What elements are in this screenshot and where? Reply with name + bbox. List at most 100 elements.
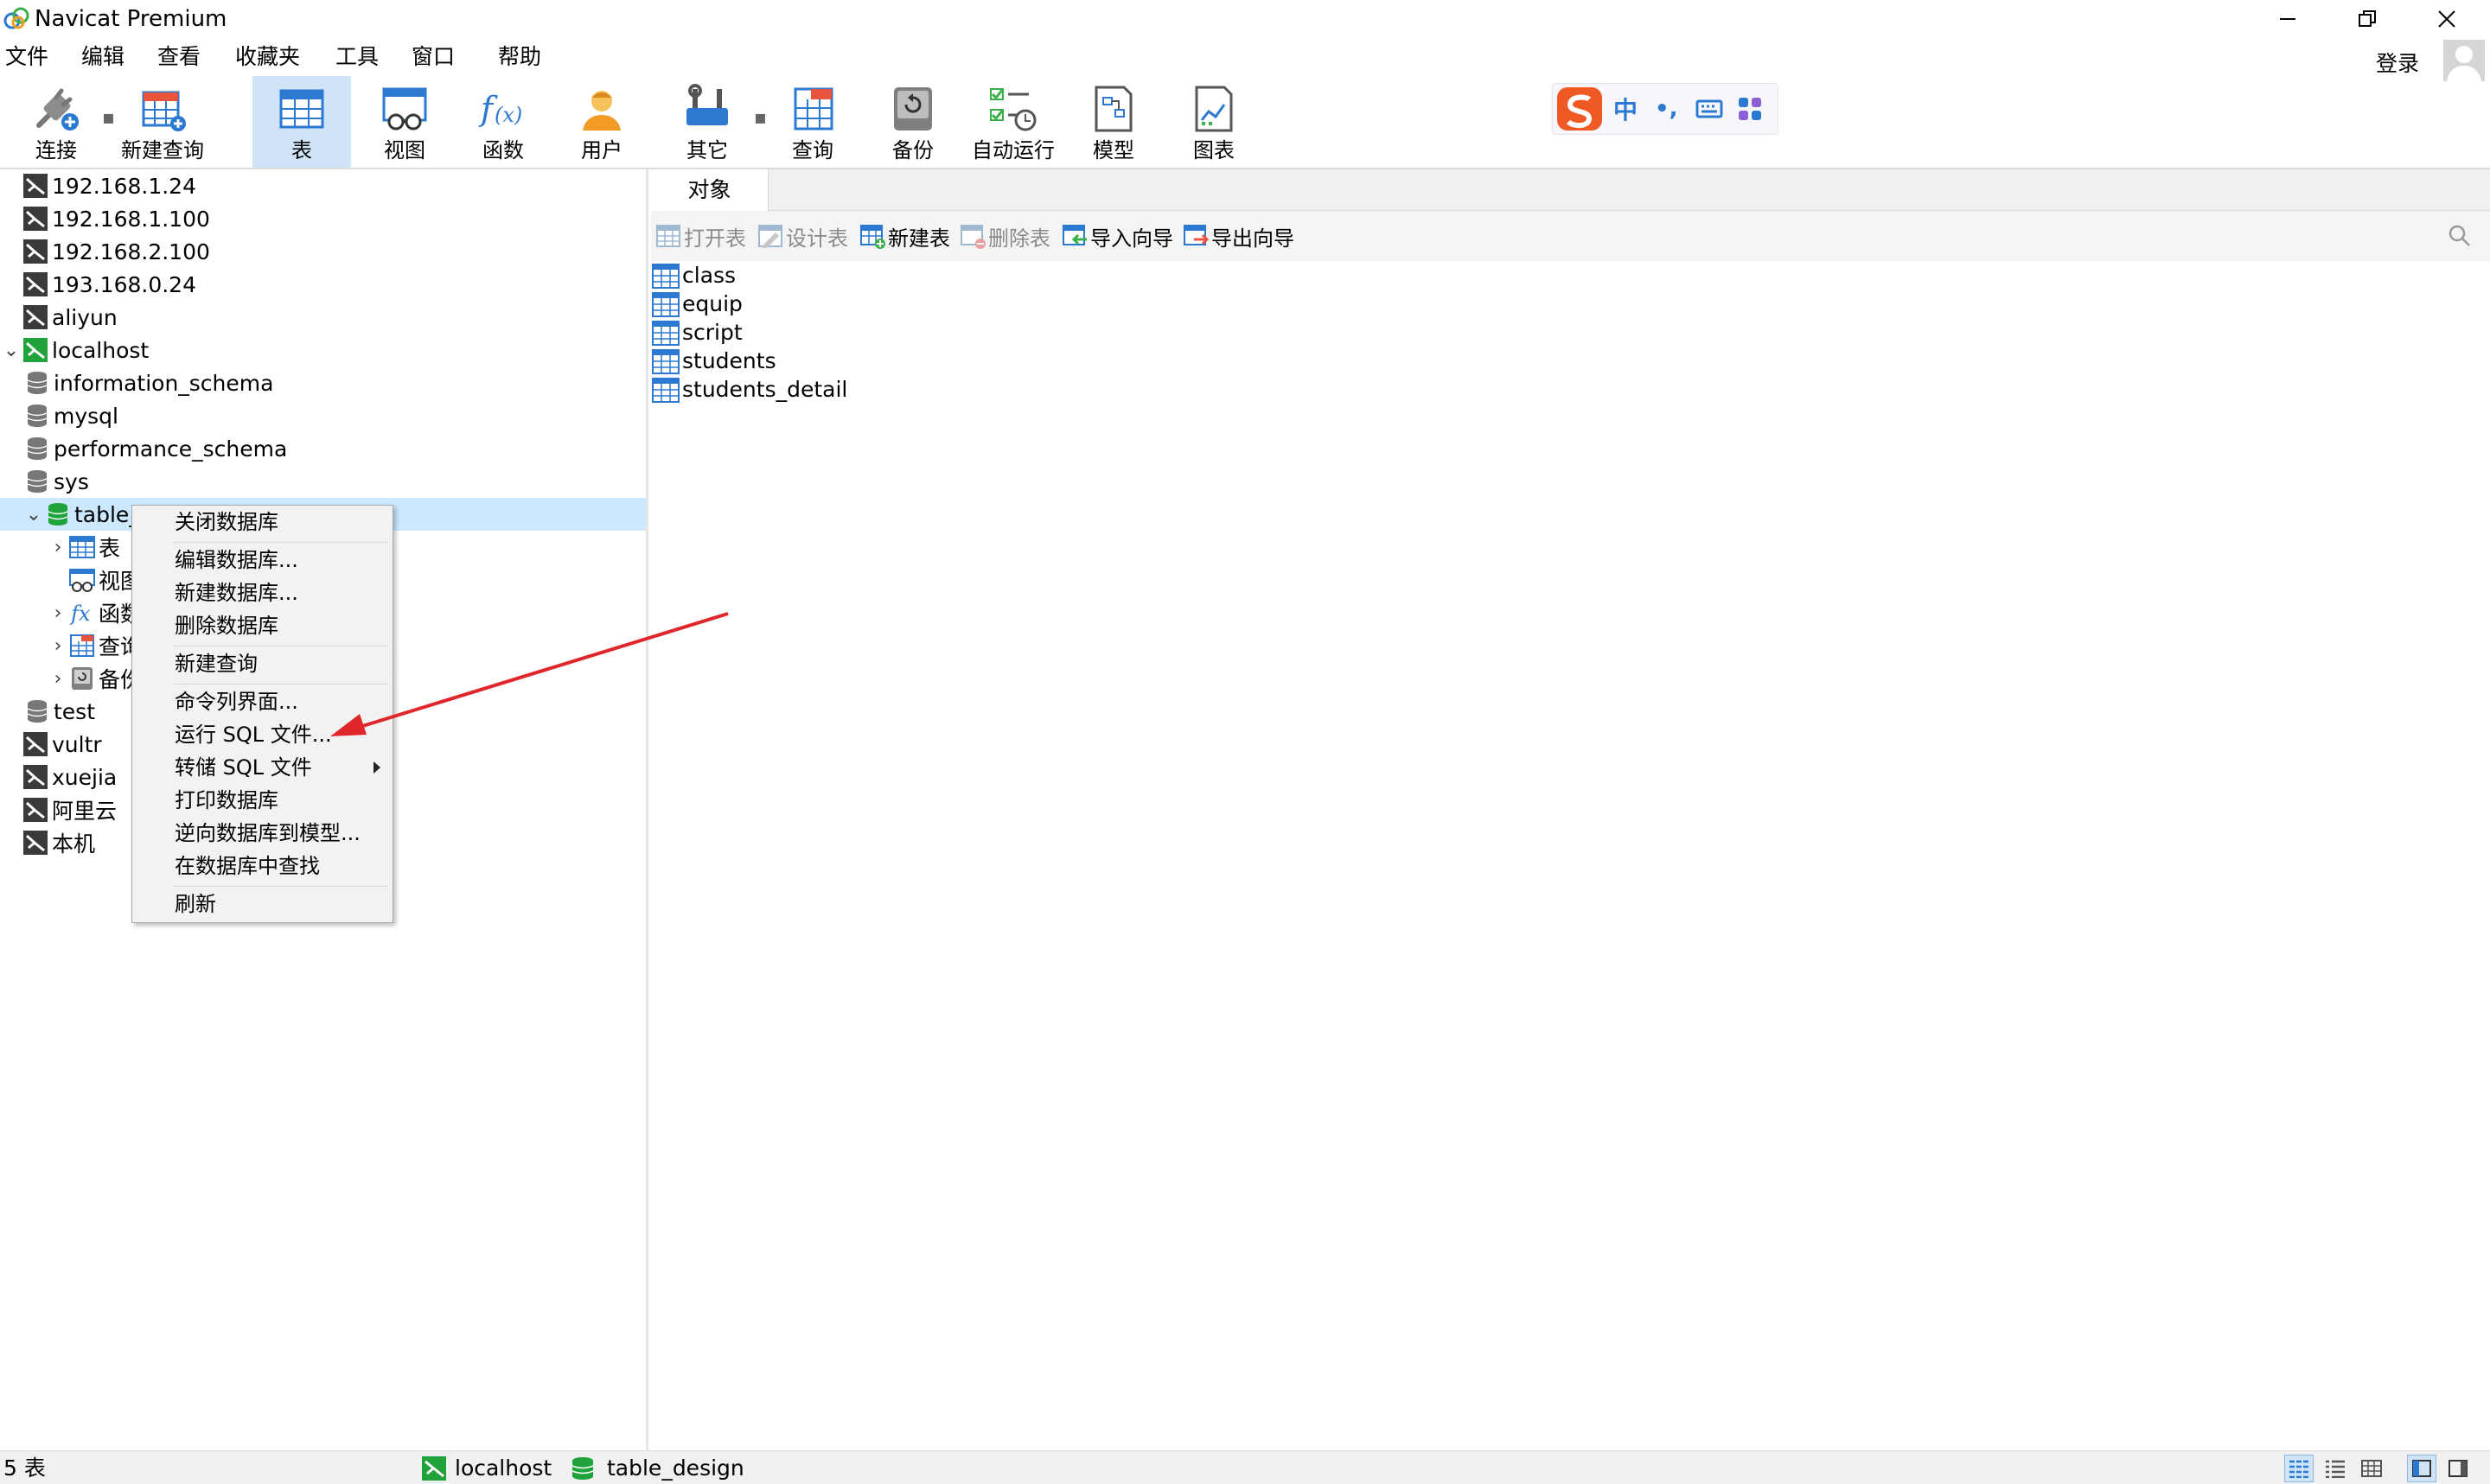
list-view-icon <box>2289 1460 2308 1478</box>
minimize-icon <box>2280 18 2295 20</box>
tree-connection-193-168-0-24[interactable]: 193.168.0.24 <box>0 268 646 301</box>
chevron-right-icon[interactable]: › <box>47 602 69 624</box>
menu-favorites[interactable]: 收藏夹 <box>235 43 300 71</box>
table-label: 表 <box>291 138 312 162</box>
view-icon <box>69 569 95 592</box>
ime-mode-label[interactable]: 中 <box>1613 92 1638 126</box>
query-button[interactable]: 查询 <box>771 76 854 168</box>
new-table-button[interactable]: 新建表 <box>859 221 950 251</box>
menu-edit-database[interactable]: 编辑数据库... <box>132 544 393 576</box>
main-toolbar: 连接 ▪ 新建查询 表 视图 f (x) 函数 用户 其它 ▪ 查询 备份 自动… <box>0 76 2490 168</box>
close-icon <box>2438 10 2455 28</box>
import-wizard-button[interactable]: 导入向导 <box>1061 221 1173 251</box>
chart-button[interactable]: 图表 <box>1174 76 1254 168</box>
view-button[interactable]: 视图 <box>363 76 446 168</box>
plug-icon <box>36 88 79 131</box>
user-button[interactable]: 用户 <box>562 76 642 168</box>
view-label: 视图 <box>384 138 425 162</box>
query-icon <box>794 87 833 131</box>
tree-database-sys[interactable]: sys <box>0 465 646 498</box>
menu-file[interactable]: 文件 <box>5 43 48 71</box>
menu-edit[interactable]: 编辑 <box>81 43 124 71</box>
mysql-connection-icon <box>23 305 48 329</box>
list-item[interactable]: students <box>651 347 776 375</box>
chevron-down-icon[interactable]: ⌄ <box>0 340 22 361</box>
import-icon <box>1063 225 1087 245</box>
panel-right-button[interactable] <box>2443 1455 2473 1482</box>
menu-close-database[interactable]: 关闭数据库 <box>132 506 393 538</box>
menu-window[interactable]: 窗口 <box>412 43 455 71</box>
info-pane-layout-icon <box>2448 1460 2468 1477</box>
table-icon <box>69 536 95 558</box>
chevron-down-icon[interactable]: ⌄ <box>22 504 45 525</box>
tree-label: vultr <box>52 731 102 757</box>
search-icon[interactable] <box>2447 223 2473 249</box>
tree-connection-192-168-2-100[interactable]: 192.168.2.100 <box>0 235 646 268</box>
model-button[interactable]: 模型 <box>1074 76 1153 168</box>
autorun-button[interactable]: 自动运行 <box>968 76 1058 168</box>
schedule-icon <box>990 88 1037 131</box>
chevron-right-icon[interactable]: › <box>47 635 69 657</box>
avatar[interactable] <box>2443 40 2485 81</box>
tab-objects[interactable]: 对象 <box>651 169 769 212</box>
tree-database-information-schema[interactable]: information_schema <box>0 366 646 399</box>
menu-reverse-to-model[interactable]: 逆向数据库到模型... <box>132 817 393 850</box>
view-grid-button[interactable] <box>2357 1455 2386 1482</box>
design-table-button[interactable]: 设计表 <box>757 221 848 251</box>
function-icon: fx <box>69 602 91 625</box>
close-button[interactable] <box>2407 0 2487 38</box>
minimize-button[interactable] <box>2248 0 2327 38</box>
mysql-connection-icon <box>23 239 48 264</box>
mysql-connection-icon <box>23 765 48 789</box>
list-item[interactable]: students_detail <box>651 375 847 404</box>
export-wizard-button[interactable]: 导出向导 <box>1182 221 1294 251</box>
other-button[interactable]: 其它 <box>666 76 749 168</box>
connect-button[interactable]: 连接 <box>17 76 95 168</box>
tree-database-mysql[interactable]: mysql <box>0 399 646 432</box>
tree-database-performance-schema[interactable]: performance_schema <box>0 432 646 465</box>
panel-left-button[interactable] <box>2407 1455 2436 1482</box>
restore-icon <box>2359 10 2376 27</box>
menu-help[interactable]: 帮助 <box>498 43 541 71</box>
menu-tools[interactable]: 工具 <box>335 43 379 71</box>
ime-toolbox-icon[interactable] <box>1737 96 1763 122</box>
menu-refresh[interactable]: 刷新 <box>132 888 393 920</box>
detail-view-icon <box>2326 1460 2345 1478</box>
list-item[interactable]: equip <box>651 290 743 318</box>
tree-label: xuejia <box>52 764 118 790</box>
tree-connection-aliyun[interactable]: aliyun <box>0 301 646 334</box>
menu-print-database[interactable]: 打印数据库 <box>132 784 393 817</box>
menu-view[interactable]: 查看 <box>157 43 201 71</box>
tree-connection-192-168-1-100[interactable]: 192.168.1.100 <box>0 202 646 235</box>
connect-label: 连接 <box>35 138 77 162</box>
view-list-button[interactable] <box>2284 1455 2314 1482</box>
function-button[interactable]: f (x) 函数 <box>463 76 543 168</box>
tree-connection-192-168-1-24[interactable]: 192.168.1.24 <box>0 169 646 202</box>
menu-find-in-database[interactable]: 在数据库中查找 <box>132 850 393 882</box>
mysql-connection-icon <box>23 732 48 756</box>
tree-label: test <box>54 698 96 724</box>
backup-button[interactable]: 备份 <box>872 76 954 168</box>
menu-dump-sql-file[interactable]: 转储 SQL 文件 <box>132 751 393 784</box>
tree-label: 192.168.1.24 <box>52 173 196 199</box>
list-item[interactable]: script <box>651 318 743 347</box>
ime-toolbar[interactable]: 中 •, <box>1552 83 1778 135</box>
other-label: 其它 <box>686 138 728 162</box>
chevron-right-icon[interactable]: › <box>47 537 69 558</box>
delete-table-button[interactable]: 删除表 <box>959 221 1050 251</box>
keyboard-icon[interactable] <box>1695 99 1723 119</box>
tree-label: aliyun <box>52 304 118 330</box>
ime-punct-label[interactable]: •, <box>1655 96 1678 122</box>
new-query-button[interactable]: 新建查询 <box>114 76 211 168</box>
tree-label: 表 <box>99 536 121 561</box>
table-button[interactable]: 表 <box>252 76 351 168</box>
tree-connection-localhost[interactable]: ⌄ localhost <box>0 334 646 366</box>
view-detail-button[interactable] <box>2321 1455 2350 1482</box>
table-icon <box>652 348 680 374</box>
chevron-right-icon[interactable]: › <box>47 668 69 690</box>
restore-button[interactable] <box>2327 0 2407 38</box>
open-table-button[interactable]: 打开表 <box>654 221 746 251</box>
login-link[interactable]: 登录 <box>2376 47 2419 78</box>
database-open-icon <box>48 503 68 525</box>
list-item[interactable]: class <box>651 261 736 290</box>
